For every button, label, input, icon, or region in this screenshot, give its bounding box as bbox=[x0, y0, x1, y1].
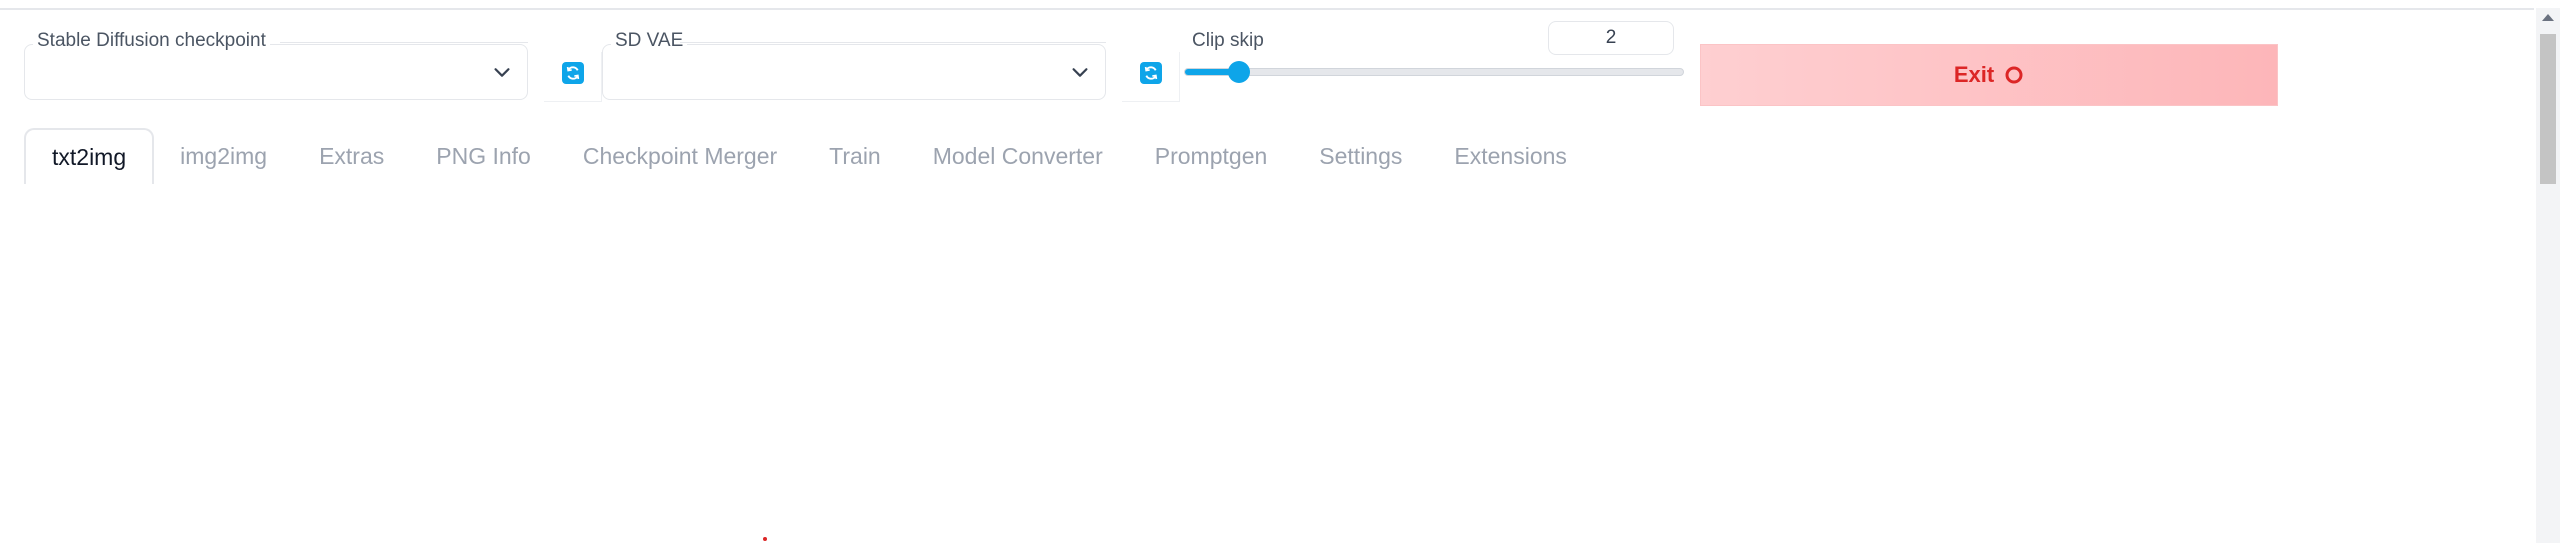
chevron-down-icon bbox=[1072, 68, 1088, 77]
vae-label-rule bbox=[680, 42, 1106, 43]
refresh-vae-button[interactable] bbox=[1140, 62, 1162, 84]
scroll-up-arrow-icon[interactable] bbox=[2542, 14, 2554, 21]
refresh-checkpoint-container bbox=[544, 52, 602, 102]
tab-txt2img[interactable]: txt2img bbox=[24, 128, 155, 184]
clip-skip-slider-track[interactable] bbox=[1184, 68, 1684, 76]
scrollbar-thumb[interactable] bbox=[2540, 34, 2556, 184]
checkpoint-dropdown[interactable]: Stable Diffusion checkpoint bbox=[24, 30, 528, 100]
clip-skip-label: Clip skip bbox=[1192, 30, 1264, 51]
refresh-icon bbox=[566, 66, 580, 80]
clip-skip-slider-thumb[interactable] bbox=[1228, 61, 1250, 83]
vertical-scrollbar[interactable] bbox=[2536, 8, 2560, 543]
tab-settings[interactable]: Settings bbox=[1293, 128, 1428, 184]
top-divider bbox=[0, 8, 2534, 10]
tab-extras[interactable]: Extras bbox=[293, 128, 410, 184]
tab-promptgen[interactable]: Promptgen bbox=[1129, 128, 1294, 184]
exit-button-label: Exit bbox=[1953, 62, 1995, 87]
tab-png-info[interactable]: PNG Info bbox=[410, 128, 557, 184]
refresh-vae-container bbox=[1122, 52, 1180, 102]
chevron-down-icon bbox=[494, 68, 510, 77]
tab-bar: txt2img img2img Extras PNG Info Checkpoint M… bbox=[24, 128, 1593, 184]
app-root: Stable Diffusion checkpoint SD VAE Clip … bbox=[0, 0, 2560, 543]
exit-button[interactable]: Exit bbox=[1700, 44, 2278, 106]
cursor-dot bbox=[763, 537, 767, 541]
tab-img2img[interactable]: img2img bbox=[154, 128, 293, 184]
tab-extensions[interactable]: Extensions bbox=[1428, 128, 1593, 184]
tab-train[interactable]: Train bbox=[803, 128, 907, 184]
clip-skip-number-input[interactable]: 2 bbox=[1548, 21, 1674, 55]
refresh-checkpoint-button[interactable] bbox=[562, 62, 584, 84]
checkpoint-label-rule bbox=[280, 42, 528, 43]
tab-model-converter[interactable]: Model Converter bbox=[907, 128, 1129, 184]
vae-label: SD VAE bbox=[611, 30, 688, 52]
vae-dropdown[interactable]: SD VAE bbox=[602, 30, 1106, 100]
refresh-icon bbox=[1144, 66, 1158, 80]
checkpoint-label: Stable Diffusion checkpoint bbox=[33, 30, 270, 52]
tab-checkpoint-merger[interactable]: Checkpoint Merger bbox=[557, 128, 803, 184]
circle-icon bbox=[2005, 66, 2023, 84]
